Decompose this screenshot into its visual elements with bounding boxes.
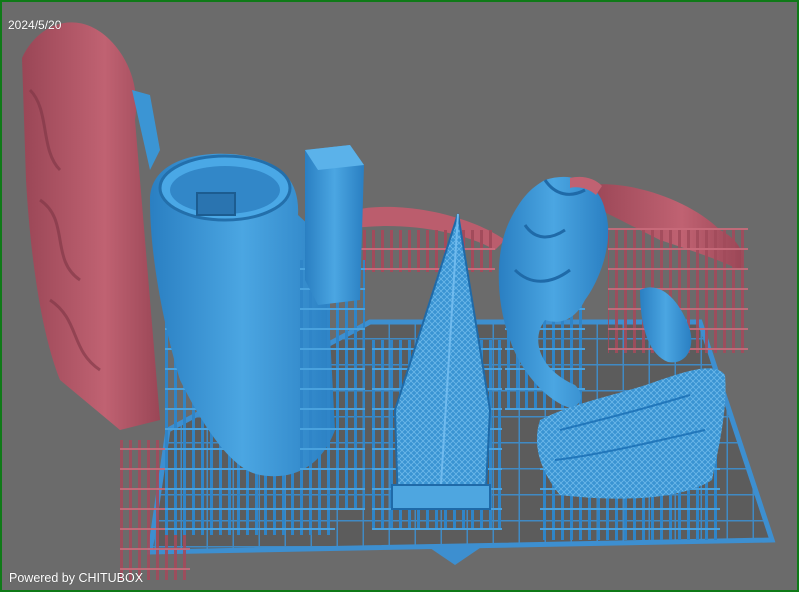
date-label: 2024/5/20 — [8, 18, 62, 32]
3d-viewport[interactable]: 2024/5/20 Powered by CHITUBOX — [2, 2, 797, 590]
scene-render[interactable] — [2, 2, 797, 590]
curved-arch-model[interactable] — [355, 206, 505, 272]
square-pillar-model[interactable] — [300, 145, 365, 510]
powered-by-label: Powered by CHITUBOX — [9, 571, 144, 585]
